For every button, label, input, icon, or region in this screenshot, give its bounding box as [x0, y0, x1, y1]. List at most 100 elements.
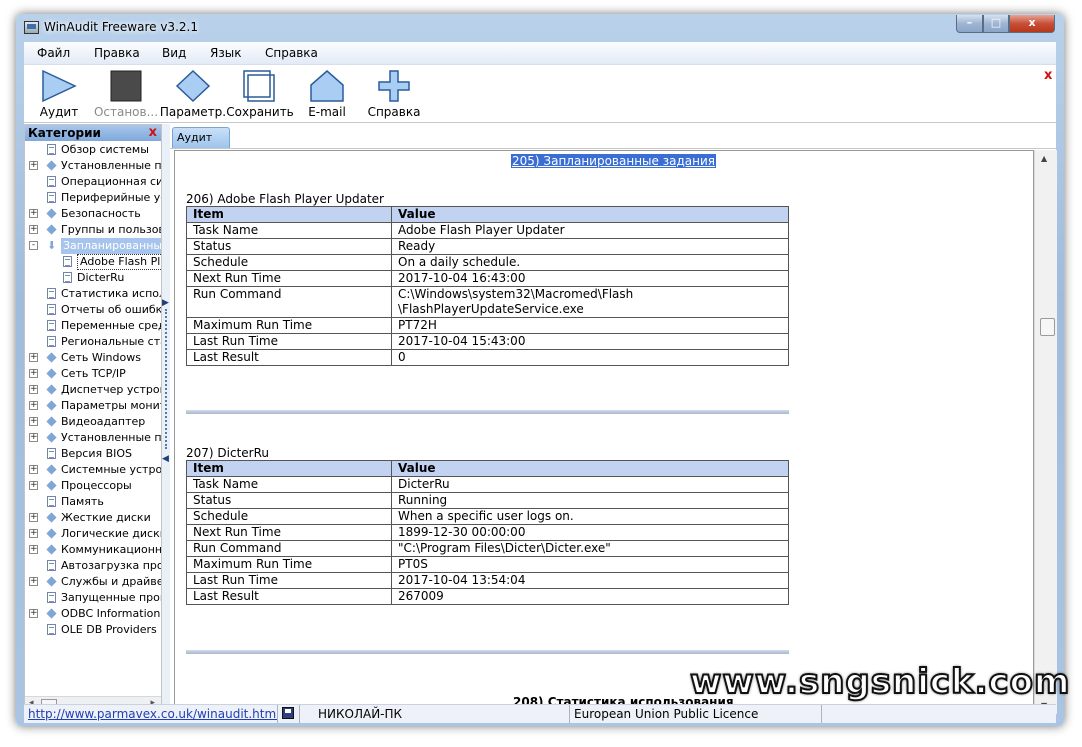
disk-cell	[278, 705, 300, 723]
value-cell: DicterRu	[391, 476, 789, 493]
report-heading-link[interactable]: 205) Запланированные задания	[511, 154, 716, 168]
expand-icon[interactable]: +	[29, 385, 38, 394]
tree-item[interactable]: Автозагрузка прогр	[25, 558, 161, 574]
vscroll-thumb[interactable]	[1040, 318, 1055, 336]
tree-item[interactable]: OLE DB Providers	[25, 622, 161, 638]
tree-item[interactable]: + Коммуникационные	[25, 542, 161, 558]
tree-item[interactable]: + Сеть Windows	[25, 350, 161, 366]
tree-item[interactable]: + Системные устройс	[25, 462, 161, 478]
tree-item[interactable]: + Группы и пользовате	[25, 222, 161, 238]
close-window-button[interactable]: x	[1009, 15, 1055, 33]
tree-item[interactable]: + Установленные при	[25, 430, 161, 446]
expand-icon[interactable]: +	[29, 609, 38, 618]
tree-item[interactable]: + Сеть TCP/IP	[25, 366, 161, 382]
table-row: Last Result 0	[186, 349, 789, 366]
tree-item[interactable]: + Диспетчер устройст	[25, 382, 161, 398]
tree-item[interactable]: Обзор системы	[25, 142, 161, 158]
panel-splitter[interactable]: ▶ ◀	[162, 124, 170, 714]
tree-item[interactable]: + ODBC Information	[25, 606, 161, 622]
tree-item[interactable]: Переменные среды	[25, 318, 161, 334]
help-label: Справка	[367, 105, 421, 119]
expand-icon[interactable]: +	[29, 369, 38, 378]
tab-audit[interactable]: Аудит	[172, 127, 230, 148]
menu-help[interactable]: Справка	[265, 46, 318, 60]
table-header-row: Item Value	[186, 206, 789, 223]
expand-icon[interactable]: +	[29, 465, 38, 474]
document-icon	[63, 256, 72, 267]
value-cell: PT0S	[391, 556, 789, 573]
save-button[interactable]: Сохранить	[225, 65, 295, 121]
stop-button[interactable]: Останов...	[91, 65, 161, 121]
item-cell: Run Command	[186, 540, 392, 557]
options-button[interactable]: Параметр.	[158, 65, 228, 121]
tree-item[interactable]: + Жесткие диски	[25, 510, 161, 526]
minimize-button[interactable]: –	[956, 15, 983, 33]
tree-item[interactable]: Отчеты об ошибках	[25, 302, 161, 318]
tree-item-label: Автозагрузка прогр	[61, 559, 161, 572]
collapse-icon[interactable]: -	[29, 241, 38, 250]
tree-item[interactable]: Память	[25, 494, 161, 510]
tree-item[interactable]: + Процессоры	[25, 478, 161, 494]
tree-item[interactable]: DicterRu	[25, 270, 161, 286]
scroll-up-icon[interactable]: ▲	[1041, 154, 1047, 163]
email-button[interactable]: E-mail	[292, 65, 362, 121]
watermark: www.sngsnick.com	[689, 661, 1071, 703]
tree-item[interactable]: Версия BIOS	[25, 446, 161, 462]
tree-item[interactable]: Региональные стан	[25, 334, 161, 350]
tree-item-label: Сеть Windows	[61, 351, 141, 364]
tree-item[interactable]: + Видеоадаптер	[25, 414, 161, 430]
tree-item[interactable]: Запущенные програ	[25, 590, 161, 606]
tree-item[interactable]: + Службы и драйвера	[25, 574, 161, 590]
toolbar-close-icon[interactable]: x	[1044, 68, 1052, 83]
collapse-left-icon[interactable]: ◀	[162, 454, 169, 464]
client-area: Файл Правка Вид Язык Справка Аудит Остан…	[24, 42, 1057, 718]
menu-language[interactable]: Язык	[210, 46, 241, 60]
expand-icon[interactable]: +	[29, 161, 38, 170]
save-label: Сохранить	[226, 105, 294, 119]
report-vscrollbar[interactable]: ▲ ▼	[1034, 150, 1057, 714]
tree-item[interactable]: Периферийные устр	[25, 190, 161, 206]
document-icon	[47, 192, 56, 203]
categories-close-icon[interactable]: x	[149, 125, 157, 141]
table-row: Task Name DicterRu	[186, 476, 789, 493]
expand-icon[interactable]: +	[29, 433, 38, 442]
tree-item[interactable]: + Логические диски	[25, 526, 161, 542]
menu-view[interactable]: Вид	[162, 46, 186, 60]
tree-item[interactable]: Adobe Flash Play	[25, 254, 161, 270]
stop-icon	[110, 70, 142, 102]
maximize-button[interactable]: □	[983, 15, 1009, 33]
save-icon	[243, 70, 275, 102]
expand-right-icon[interactable]: ▶	[162, 298, 169, 308]
menu-edit[interactable]: Правка	[94, 46, 140, 60]
expand-icon[interactable]: +	[29, 209, 38, 218]
expand-icon[interactable]: +	[29, 353, 38, 362]
website-link-text[interactable]: http://www.parmavex.co.uk/winaudit.html	[28, 707, 277, 721]
tree-item[interactable]: + Установленные про	[25, 158, 161, 174]
item-cell: Last Result	[186, 588, 392, 605]
splitter-grip[interactable]	[165, 309, 169, 449]
expand-icon[interactable]: +	[29, 577, 38, 586]
tree-item[interactable]: Операционная сист	[25, 174, 161, 190]
tree-item[interactable]: + Параметры монито	[25, 398, 161, 414]
expand-icon[interactable]: +	[29, 513, 38, 522]
audit-button[interactable]: Аудит	[24, 65, 94, 121]
website-link[interactable]: http://www.parmavex.co.uk/winaudit.html	[24, 705, 278, 723]
section-divider	[186, 410, 789, 414]
tree-item[interactable]: Статистика использ	[25, 286, 161, 302]
expand-icon[interactable]: +	[29, 545, 38, 554]
tree-item[interactable]: + Безопасность	[25, 206, 161, 222]
menu-file[interactable]: Файл	[37, 46, 70, 60]
tree-item-label: Запланированные з	[61, 238, 161, 254]
expand-icon[interactable]: +	[29, 529, 38, 538]
value-cell: C:\Windows\system32\Macromed\Flash \Flas…	[391, 286, 789, 318]
value-cell: "C:\Program Files\Dicter\Dicter.exe"	[391, 540, 789, 557]
expand-icon[interactable]: +	[29, 417, 38, 426]
categories-header: Категории x	[25, 125, 161, 141]
expand-icon[interactable]: +	[29, 481, 38, 490]
expand-icon[interactable]: +	[29, 225, 38, 234]
expand-icon[interactable]: +	[29, 401, 38, 410]
item-cell: Schedule	[186, 508, 392, 525]
title-bar[interactable]: WinAudit Freeware v3.2.1 – □ x	[16, 14, 1064, 42]
tree-item[interactable]: -⬇ Запланированные з	[25, 238, 161, 254]
help-button[interactable]: Справка	[359, 65, 429, 121]
